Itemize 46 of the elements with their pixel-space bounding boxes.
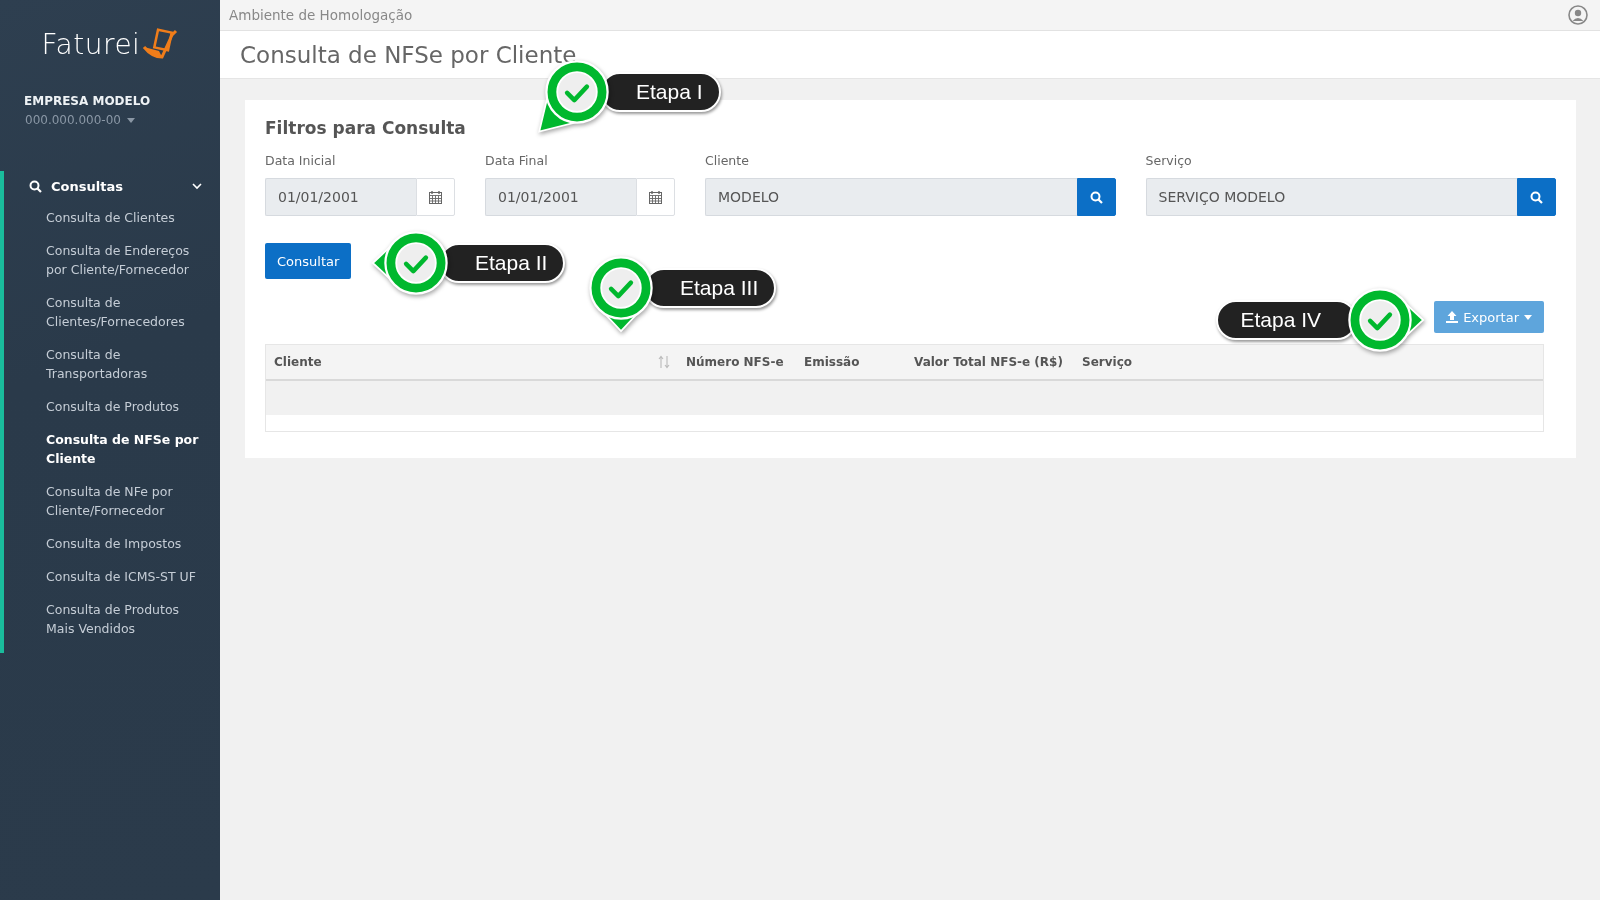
column-header[interactable]: Serviço [1082, 355, 1132, 369]
menu-item[interactable]: Consulta de Clientes [4, 201, 220, 234]
user-icon[interactable] [1568, 5, 1588, 25]
field-label: Cliente [705, 153, 750, 168]
menu-item[interactable]: Consulta de Produtos [4, 390, 220, 423]
menu-item[interactable]: Consulta de Produtos Mais Vendidos [4, 593, 220, 645]
caret-icon [126, 117, 135, 123]
column-header[interactable]: Número NFS-e [686, 355, 784, 369]
menu-item[interactable]: Consulta de ICMS-ST UF [4, 560, 220, 593]
page-title: Consulta de NFSe por Cliente [240, 41, 577, 68]
menu-item[interactable]: Consulta de Clientes/Fornecedores [4, 286, 220, 338]
input-field[interactable]: 01/01/2001 [265, 178, 416, 216]
section-title: Filtros para Consulta [265, 118, 467, 138]
field-label: Data Inicial [265, 153, 337, 168]
logo-icon [142, 27, 179, 61]
menu-item[interactable]: Consulta de NFe por Cliente/Fornecedor [4, 475, 220, 527]
field-label: Data Final [485, 153, 549, 168]
search-icon [29, 179, 42, 193]
upload-icon [1446, 311, 1459, 323]
field-label: Serviço [1145, 153, 1193, 168]
chevron-icon [192, 182, 202, 190]
environment-label: Ambiente de Homologação [229, 7, 413, 23]
input-field[interactable]: SERVIÇO MODELO [1145, 178, 1517, 216]
calendar-icon [649, 190, 662, 204]
logo-text: Faturei [41, 27, 141, 61]
input-field[interactable]: MODELO [705, 178, 1077, 216]
menu-item[interactable]: Consulta de NFSe por Cliente [4, 423, 220, 475]
menu-item[interactable]: Consulta de Transportadoras [4, 338, 220, 390]
company-name: EMPRESA MODELO [24, 94, 152, 108]
menu-item[interactable]: Consulta de Impostos [4, 527, 220, 560]
search-icon [1089, 190, 1103, 204]
column-header[interactable]: Emissão [804, 355, 860, 369]
calendar-button[interactable] [416, 178, 455, 216]
search-button[interactable] [1076, 178, 1116, 216]
company-selector[interactable]: 000.000.000-00 [25, 113, 135, 127]
calendar-button[interactable] [636, 178, 675, 216]
menu-item[interactable]: Consulta de Endereços por Cliente/Fornecedor [4, 234, 220, 286]
column-header[interactable]: Cliente [274, 355, 322, 369]
column-header[interactable]: Valor Total NFS-e (R$) [914, 355, 1063, 369]
search-icon [1530, 190, 1543, 204]
submit-button[interactable]: Consultar [265, 243, 352, 279]
search-button[interactable] [1517, 178, 1556, 216]
menu-group-header[interactable]: Consultas [4, 171, 220, 201]
caret-icon [1524, 314, 1532, 320]
input-field[interactable]: 01/01/2001 [485, 178, 636, 216]
calendar-icon [429, 190, 442, 204]
